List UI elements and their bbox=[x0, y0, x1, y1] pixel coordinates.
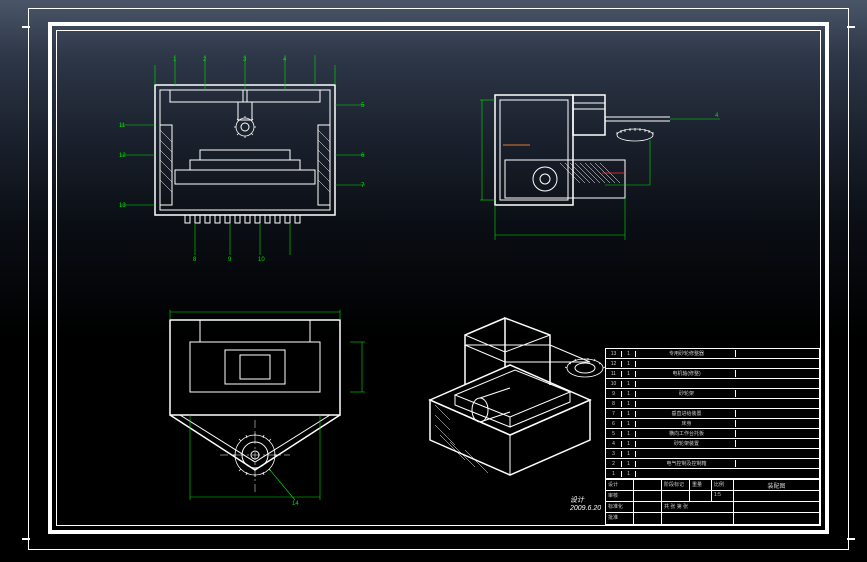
callout-label: 10 bbox=[258, 257, 265, 263]
callout-label: 8 bbox=[193, 257, 197, 263]
title-info: 设计 阶段标记 重量 比例 装配图 审核 1:5 标准化 共 张 第 张 bbox=[606, 479, 819, 524]
bom-row: 11 bbox=[606, 469, 819, 479]
isometric-view bbox=[410, 310, 630, 490]
bom-row: 41砂轮架装置 bbox=[606, 439, 819, 449]
callout-label: 12 bbox=[119, 153, 126, 159]
bom-row: 31 bbox=[606, 449, 819, 459]
designer-signature: 设计2009.6.20 bbox=[570, 495, 601, 512]
bom-table: 131专用砂轮修整器 121 111电机轴(修整) 101 91砂轮架 81 7… bbox=[606, 349, 819, 479]
cad-viewport[interactable]: 1 2 3 4 5 6 7 8 9 10 11 12 13 bbox=[0, 0, 867, 562]
callout-label: 1 bbox=[173, 57, 177, 63]
bom-row: 131专用砂轮修整器 bbox=[606, 349, 819, 359]
bom-row: 91砂轮架 bbox=[606, 389, 819, 399]
bom-row: 21电气控制及控制箱 bbox=[606, 459, 819, 469]
tick-mark bbox=[847, 26, 855, 28]
callout-label: 3 bbox=[243, 57, 247, 63]
callout-label: 2 bbox=[203, 57, 207, 63]
callout-label: 13 bbox=[119, 203, 126, 209]
callout-label: 7 bbox=[361, 183, 365, 189]
callout-label: 6 bbox=[361, 153, 365, 159]
bom-row: 101 bbox=[606, 379, 819, 389]
callout-label: 4 bbox=[715, 113, 719, 119]
tick-mark bbox=[22, 538, 30, 540]
callout-label: 5 bbox=[361, 103, 365, 109]
bom-row: 71垂直进给装置 bbox=[606, 409, 819, 419]
plan-view: 14 bbox=[140, 300, 370, 510]
tick-mark bbox=[22, 26, 30, 28]
callout-label: 9 bbox=[228, 257, 232, 263]
side-elevation-view: 4 bbox=[470, 85, 730, 250]
bom-row: 111电机轴(修整) bbox=[606, 369, 819, 379]
tick-mark bbox=[847, 538, 855, 540]
front-elevation-view: 1 2 3 4 5 6 7 8 9 10 11 12 13 bbox=[115, 55, 375, 265]
callout-label: 14 bbox=[292, 501, 299, 507]
callout-label: 11 bbox=[119, 123, 126, 129]
bom-row: 51横向工作台托板 bbox=[606, 429, 819, 439]
callout-label: 4 bbox=[283, 57, 287, 63]
bom-row: 81 bbox=[606, 399, 819, 409]
bom-row: 121 bbox=[606, 359, 819, 369]
title-block: 131专用砂轮修整器 121 111电机轴(修整) 101 91砂轮架 81 7… bbox=[605, 348, 820, 525]
bom-row: 61床身 bbox=[606, 419, 819, 429]
